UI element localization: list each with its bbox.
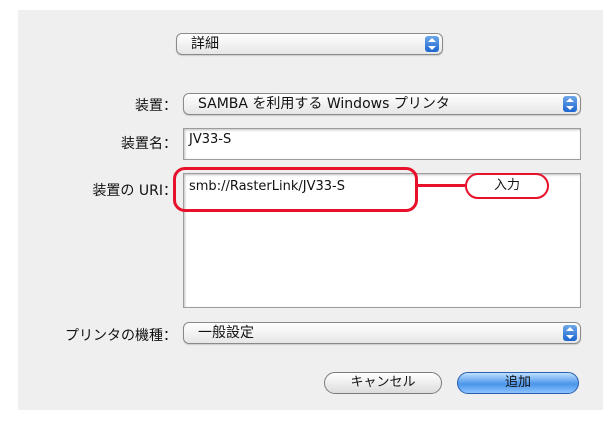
printer-model-label: プリンタの機種： — [65, 328, 177, 344]
device-label: 装置： — [135, 98, 177, 114]
device-popup-value: SAMBA を利用する Windows プリンタ — [198, 96, 450, 112]
popup-arrows-icon — [563, 96, 577, 112]
annotation-connector — [418, 184, 465, 187]
device-name-value: JV33-S — [189, 132, 232, 147]
detail-popup-value: 詳細 — [191, 36, 219, 52]
popup-arrows-icon — [425, 36, 439, 52]
cancel-button[interactable]: キャンセル — [324, 372, 442, 394]
add-button[interactable]: 追加 — [457, 372, 579, 394]
device-name-field[interactable]: JV33-S — [183, 128, 581, 160]
popup-arrows-icon — [563, 325, 577, 341]
detail-popup[interactable]: 詳細 — [176, 33, 443, 55]
printer-model-popup[interactable]: 一般設定 — [183, 322, 581, 344]
device-name-label: 装置名： — [121, 136, 177, 152]
annotation-label: 入力 — [465, 173, 549, 199]
device-popup[interactable]: SAMBA を利用する Windows プリンタ — [183, 93, 581, 115]
printer-model-popup-value: 一般設定 — [198, 325, 254, 341]
annotation-highlight — [173, 167, 418, 212]
device-uri-label: 装置の URI： — [92, 183, 177, 199]
